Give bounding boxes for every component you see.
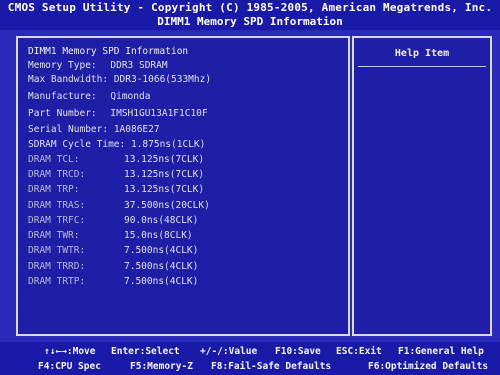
timing-label-tcl: DRAM TCL: xyxy=(28,154,80,165)
timing-label-tras: DRAM TRAS: xyxy=(28,200,86,211)
manufacture-label: Manufacture: xyxy=(28,91,97,102)
spd-info-panel: DIMM1 Memory SPD Information Memory Type… xyxy=(16,36,350,336)
memory-type-row: Memory Type: DDR3 SDRAM xyxy=(28,60,168,72)
manufacture-value: Qimonda xyxy=(110,91,151,102)
bios-screen: CMOS Setup Utility - Copyright (C) 1985-… xyxy=(0,0,500,375)
timing-value-twr: 15.0ns(8CLK) xyxy=(124,230,193,241)
max-bandwidth-value: DDR3-1066(533Mhz) xyxy=(113,74,212,85)
cycle-time-label: SDRAM Cycle Time: xyxy=(28,139,126,150)
timing-label-twr: DRAM TWR: xyxy=(28,230,80,241)
timing-value-tras: 37.500ns(20CLK) xyxy=(124,200,210,211)
memory-type-label: Memory Type: xyxy=(28,60,97,71)
timing-label-twtr: DRAM TWTR: xyxy=(28,245,86,256)
part-number-value: IMSH1GU13A1F1C10F xyxy=(110,108,208,119)
timing-value-tcl: 13.125ns(7CLK) xyxy=(124,154,205,165)
memory-z-hint: F5:Memory-Z xyxy=(130,361,193,372)
serial-number-label: Serial Number: xyxy=(28,124,109,135)
memory-type-value: DDR3 SDRAM xyxy=(110,60,168,71)
optimized-defaults-hint: F6:Optimized Defaults xyxy=(368,361,489,372)
page-title: DIMM1 Memory SPD Information xyxy=(157,15,343,28)
timing-value-trrd: 7.500ns(4CLK) xyxy=(124,261,199,272)
key-legend: ↑↓←→:Move Enter:Select +/-/:Value F10:Sa… xyxy=(0,342,500,375)
timing-label-trfc: DRAM TRFC: xyxy=(28,215,86,226)
cycle-time-row: SDRAM Cycle Time: 1.875ns(1CLK) xyxy=(28,139,205,151)
section-title: DIMM1 Memory SPD Information xyxy=(28,46,189,57)
help-divider xyxy=(358,66,486,67)
max-bandwidth-label: Max Bandwidth: xyxy=(28,74,109,85)
timing-label-trrd: DRAM TRRD: xyxy=(28,261,86,272)
fail-safe-hint: F8:Fail-Safe Defaults xyxy=(211,361,332,372)
timing-value-trcd: 13.125ns(7CLK) xyxy=(124,169,205,180)
timing-label-trtp: DRAM TRTP: xyxy=(28,276,86,287)
general-help-hint: F1:General Help xyxy=(398,346,484,357)
timing-value-trtp: 7.500ns(4CLK) xyxy=(124,276,199,287)
timing-label-trcd: DRAM TRCD: xyxy=(28,169,86,180)
help-title: Help Item xyxy=(394,48,450,59)
save-hint: F10:Save xyxy=(275,346,321,357)
manufacture-row: Manufacture: Qimonda xyxy=(28,91,150,103)
cpu-spec-hint: F4:CPU Spec xyxy=(38,361,101,372)
timing-value-trfc: 90.0ns(48CLK) xyxy=(124,215,199,226)
serial-number-value: 1A086E27 xyxy=(113,124,160,135)
part-number-row: Part Number: IMSH1GU13A1F1C10F xyxy=(28,108,208,120)
timing-value-trp: 13.125ns(7CLK) xyxy=(124,184,205,195)
cycle-time-value: 1.875ns(1CLK) xyxy=(130,139,206,150)
title-bar: CMOS Setup Utility - Copyright (C) 1985-… xyxy=(0,0,500,30)
help-panel: Help Item xyxy=(352,36,492,336)
part-number-label: Part Number: xyxy=(28,108,97,119)
timing-value-twtr: 7.500ns(4CLK) xyxy=(124,245,199,256)
select-hint: Enter:Select xyxy=(111,346,180,357)
exit-hint: ESC:Exit xyxy=(336,346,382,357)
app-title: CMOS Setup Utility - Copyright (C) 1985-… xyxy=(7,1,493,14)
value-hint: +/-/:Value xyxy=(200,346,258,357)
serial-number-row: Serial Number: 1A086E27 xyxy=(28,124,160,136)
max-bandwidth-row: Max Bandwidth: DDR3-1066(533Mhz) xyxy=(28,74,211,86)
move-hint: ↑↓←→:Move xyxy=(44,346,96,357)
timing-label-trp: DRAM TRP: xyxy=(28,184,80,195)
